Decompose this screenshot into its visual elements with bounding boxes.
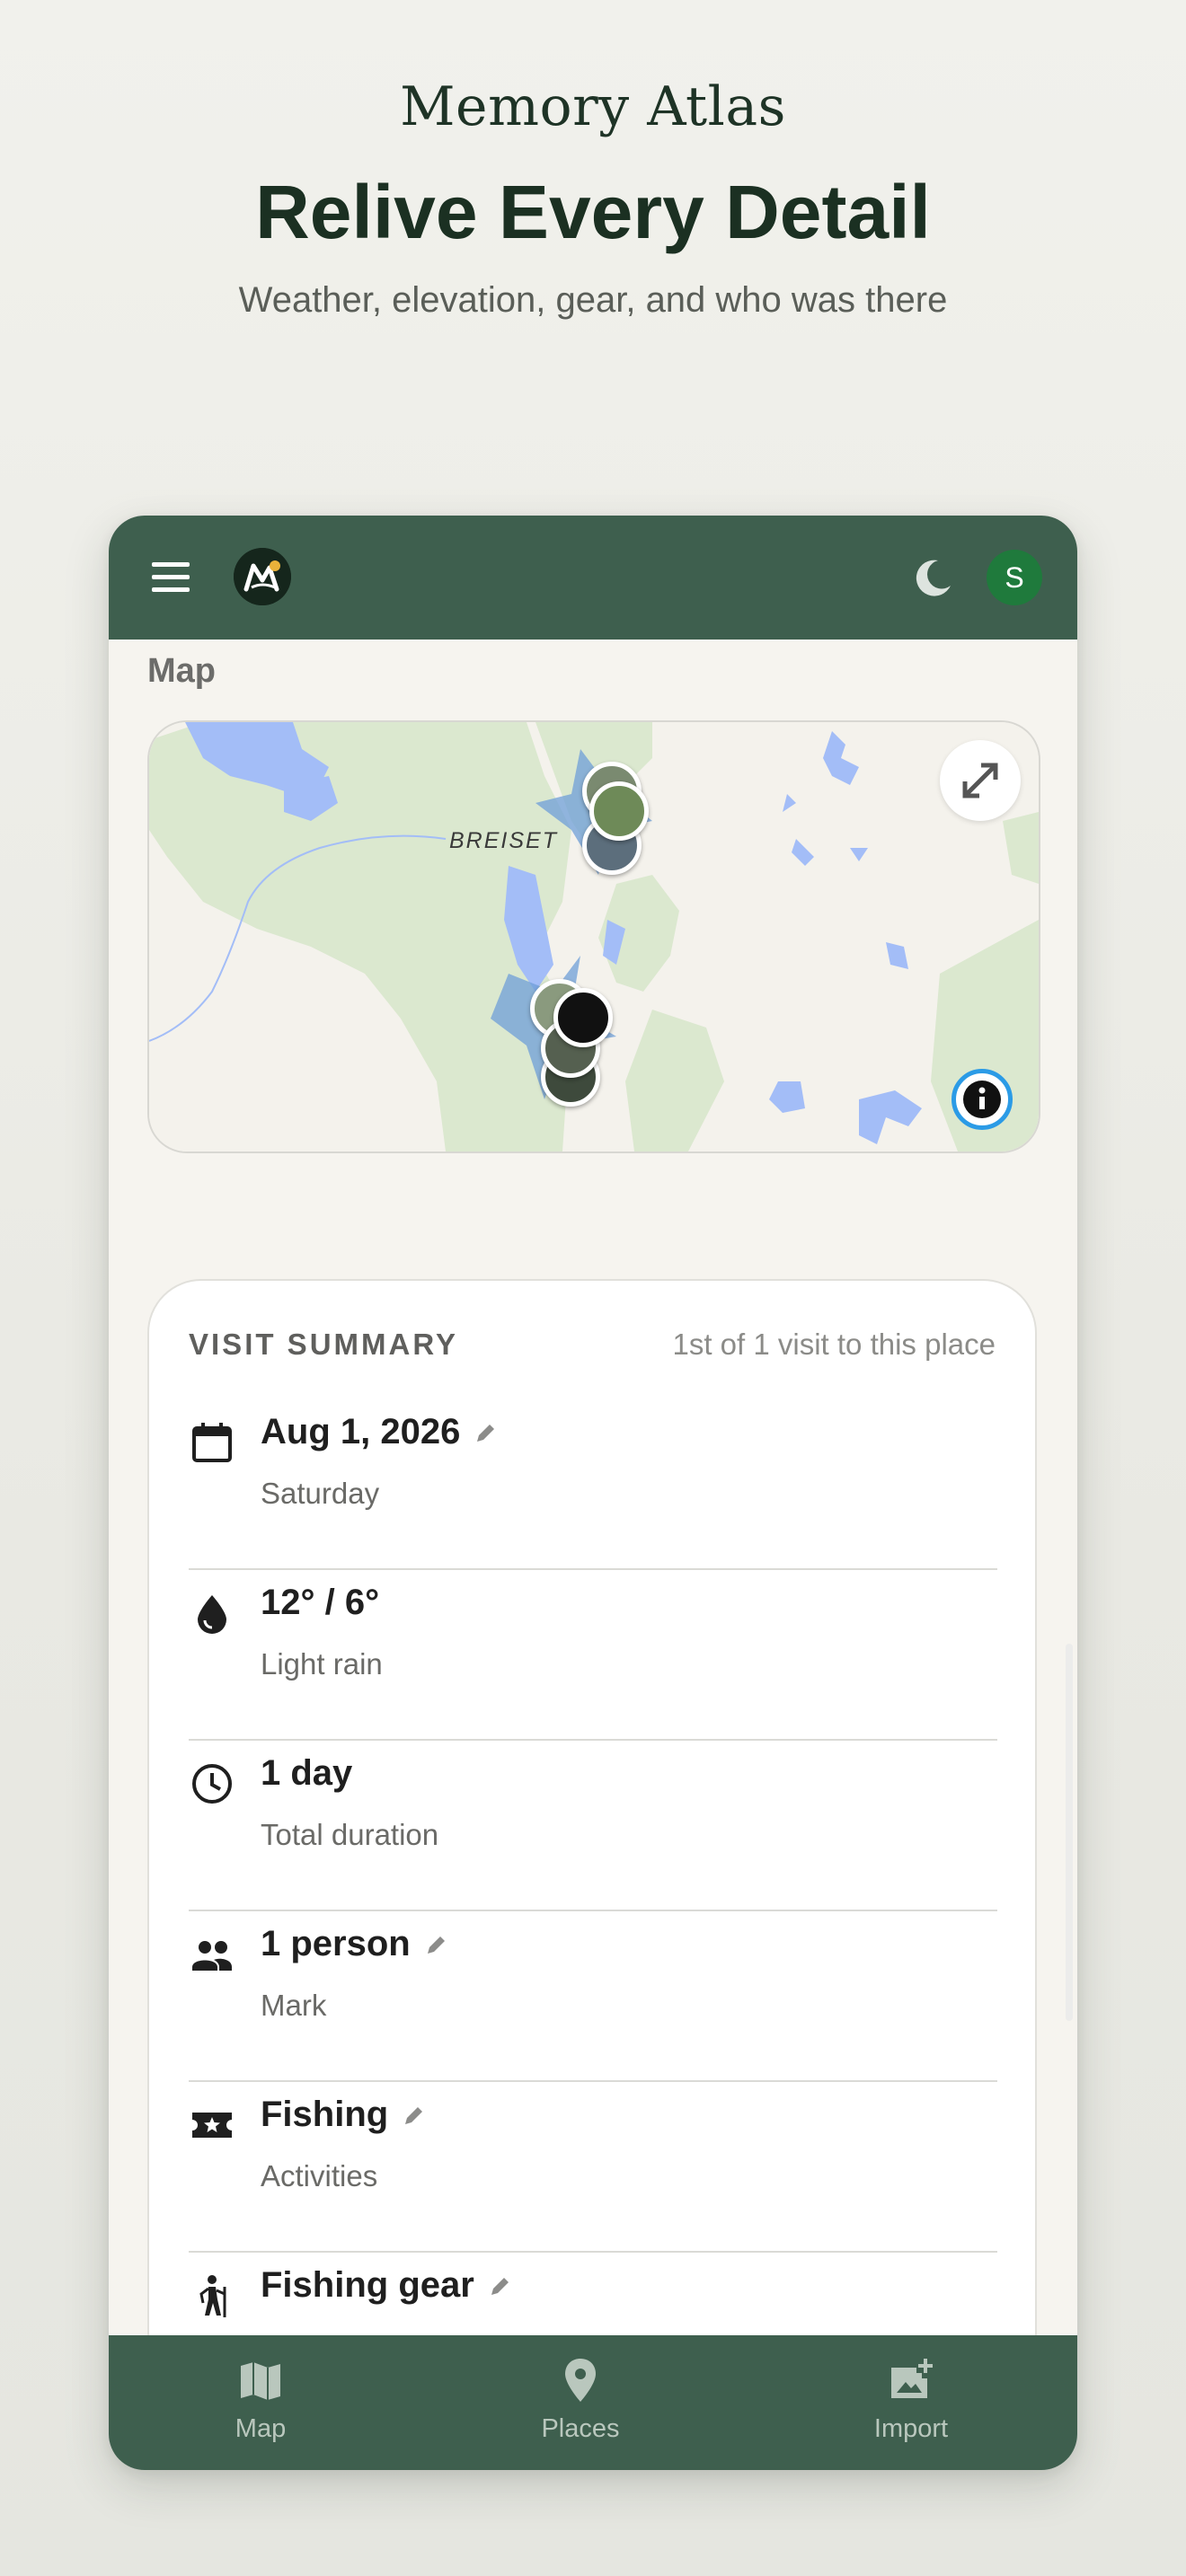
edit-pencil-icon[interactable] <box>487 2274 512 2299</box>
nav-label: Map <box>235 2414 287 2443</box>
map-info-button[interactable] <box>951 1069 1013 1130</box>
edit-pencil-icon[interactable] <box>473 1421 498 1446</box>
visit-count-text: 1st of 1 visit to this place <box>672 1328 996 1361</box>
map-icon <box>241 2362 280 2400</box>
people-icon <box>192 1941 232 1971</box>
ticket-star-icon <box>192 2113 232 2138</box>
headline: Relive Every Detail <box>255 170 931 254</box>
summary-row-main: 12° / 6° <box>261 1583 380 1622</box>
photo-marker[interactable] <box>553 988 613 1047</box>
subheadline: Weather, elevation, gear, and who was th… <box>238 280 948 320</box>
add-photo-icon <box>891 2359 933 2398</box>
summary-row-main: Aug 1, 2026 <box>261 1412 498 1452</box>
summary-row-date[interactable]: Aug 1, 2026 Saturday <box>189 1399 997 1570</box>
summary-row-main: 1 person <box>261 1924 448 1964</box>
edit-pencil-icon[interactable] <box>401 2104 426 2129</box>
location-pin-icon <box>565 2359 596 2402</box>
app-screen: S Map BREISET VISIT SUMMARY 1st of 1 vis… <box>109 516 1077 2470</box>
nav-item-map[interactable]: Map <box>171 2355 350 2444</box>
map-section-label: Map <box>147 652 216 690</box>
visit-summary-title: VISIT SUMMARY <box>189 1328 458 1361</box>
expand-arrows-icon <box>962 763 998 798</box>
calendar-icon <box>192 1423 232 1462</box>
expand-map-button[interactable] <box>940 740 1021 821</box>
bottom-navigation: Map Places Import <box>109 2335 1077 2470</box>
summary-row-sub: Light rain <box>261 1647 383 1681</box>
summary-row-weather: 12° / 6° Light rain <box>189 1570 997 1741</box>
summary-row-sub: Total duration <box>261 1818 439 1851</box>
summary-row-main: Fishing <box>261 2095 426 2135</box>
dark-mode-moon-icon[interactable] <box>911 555 956 600</box>
nav-item-places[interactable]: Places <box>491 2355 670 2444</box>
nav-item-import[interactable]: Import <box>821 2355 1001 2444</box>
summary-row-sub: Saturday <box>261 1477 380 1510</box>
hamburger-menu-icon[interactable] <box>152 562 191 595</box>
user-avatar[interactable]: S <box>987 550 1042 605</box>
hiker-icon <box>199 2275 226 2317</box>
summary-row-people[interactable]: 1 person Mark <box>189 1911 997 2082</box>
nav-label: Import <box>873 2414 949 2443</box>
scrollbar[interactable] <box>1066 1644 1073 2021</box>
summary-row-main: Fishing gear <box>261 2265 512 2306</box>
summary-row-sub: Activities <box>261 2159 378 2192</box>
summary-row-sub: Mark <box>261 1989 327 2022</box>
edit-pencil-icon[interactable] <box>423 1933 448 1958</box>
clock-icon <box>192 1764 232 1804</box>
app-top-bar: S <box>109 516 1077 640</box>
memory-atlas-logo[interactable] <box>234 548 291 605</box>
map-view[interactable]: BREISET <box>147 720 1040 1153</box>
info-icon <box>963 1081 1001 1118</box>
nav-label: Places <box>541 2414 620 2443</box>
summary-row-activities[interactable]: Fishing Activities <box>189 2082 997 2253</box>
summary-row-main: 1 day <box>261 1753 353 1793</box>
summary-row-duration: 1 day Total duration <box>189 1741 997 1911</box>
map-place-label: BREISET <box>449 828 558 853</box>
rain-drop-icon <box>198 1595 226 1634</box>
visit-summary-card: VISIT SUMMARY 1st of 1 visit to this pla… <box>147 1279 1037 2470</box>
brand-title: Memory Atlas <box>400 75 786 138</box>
photo-marker[interactable] <box>589 781 649 841</box>
